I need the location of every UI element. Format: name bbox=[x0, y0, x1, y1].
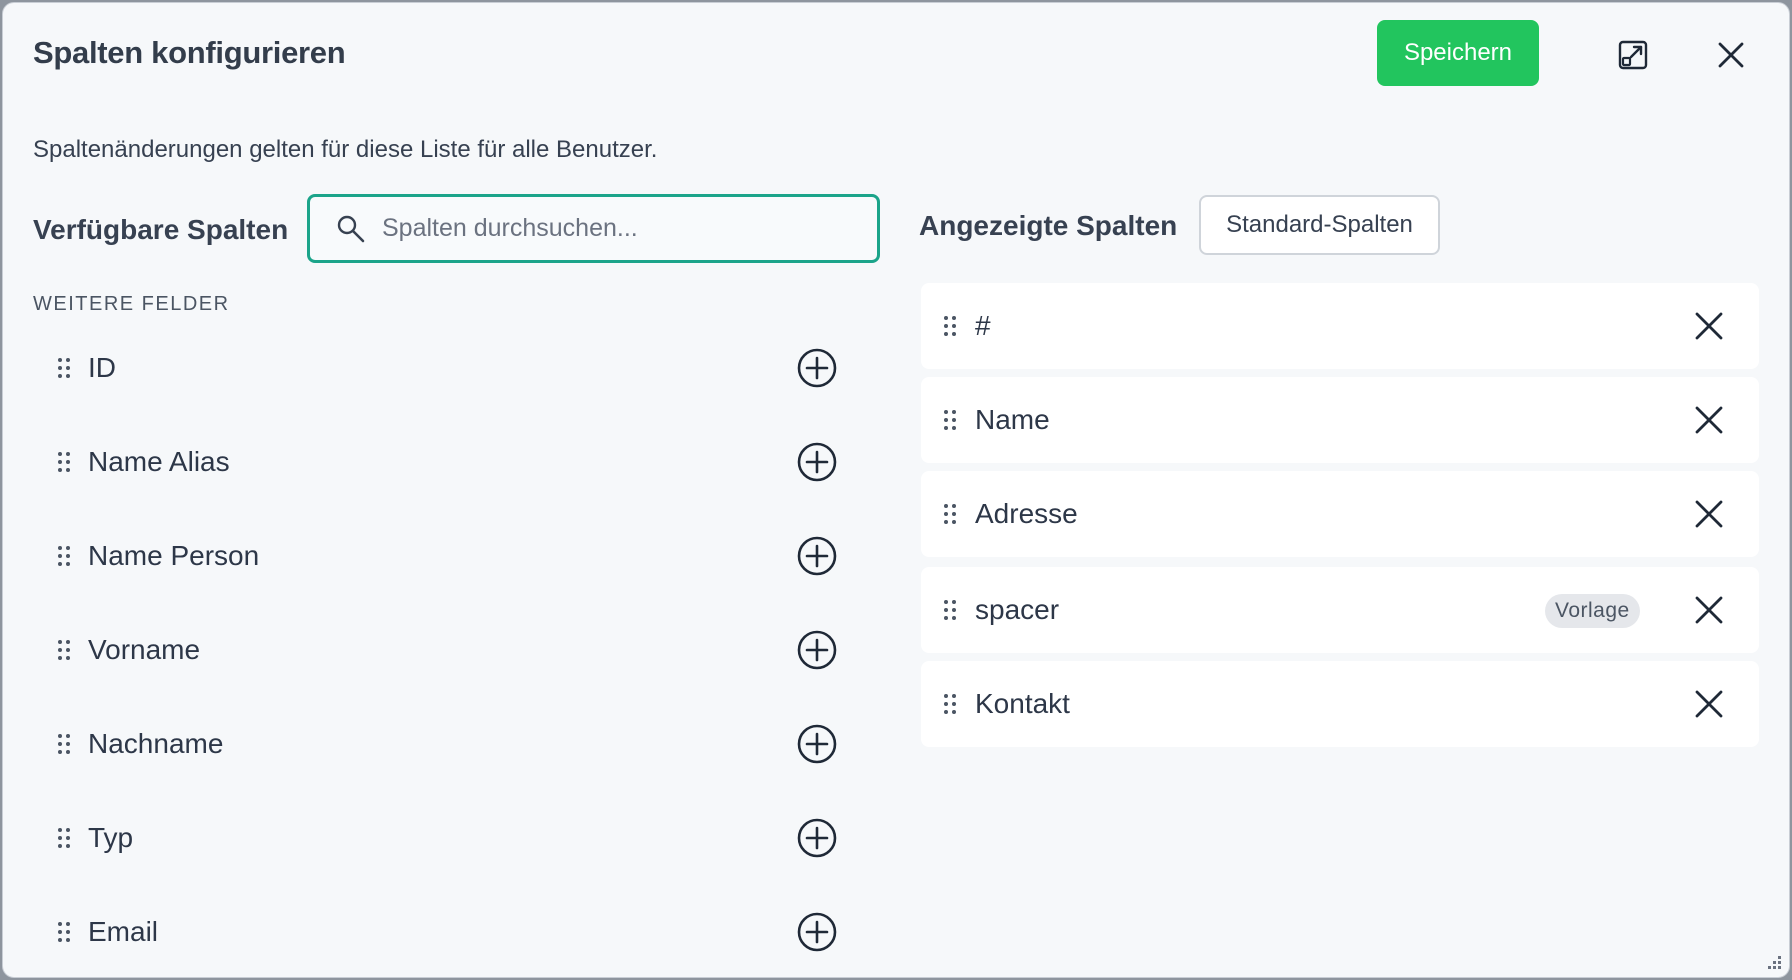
available-item-label: Email bbox=[88, 916, 159, 947]
drag-handle-icon[interactable] bbox=[49, 823, 79, 853]
plus-circle-icon bbox=[796, 347, 838, 389]
available-item-label: Vorname bbox=[88, 634, 201, 665]
displayed-item[interactable]: Adresse bbox=[921, 471, 1759, 557]
available-item[interactable]: Typ bbox=[33, 793, 843, 883]
column-config-dialog: Spalten konfigurieren Speichern Spaltenä… bbox=[2, 2, 1790, 978]
drag-handle-icon[interactable] bbox=[935, 499, 965, 529]
add-column-button[interactable] bbox=[796, 723, 838, 765]
remove-icon bbox=[1694, 405, 1724, 435]
drag-handle-icon[interactable] bbox=[49, 635, 79, 665]
drag-handle-icon[interactable] bbox=[49, 447, 79, 477]
remove-icon bbox=[1694, 595, 1724, 625]
drag-handle-icon[interactable] bbox=[935, 405, 965, 435]
drag-handle-icon[interactable] bbox=[49, 917, 79, 947]
drag-handle-icon[interactable] bbox=[935, 689, 965, 719]
available-item-label: ID bbox=[88, 352, 116, 383]
displayed-item-label: Kontakt bbox=[975, 688, 1070, 719]
plus-circle-icon bbox=[796, 535, 838, 577]
close-icon bbox=[1717, 41, 1745, 69]
dialog-title: Spalten konfigurieren bbox=[33, 35, 346, 70]
displayed-item[interactable]: Kontakt bbox=[921, 661, 1759, 747]
expand-button[interactable] bbox=[1609, 31, 1657, 79]
drag-handle-icon[interactable] bbox=[49, 541, 79, 571]
plus-circle-icon bbox=[796, 441, 838, 483]
search-field bbox=[307, 194, 880, 263]
available-item[interactable]: Name Person bbox=[33, 511, 843, 601]
drag-handle-icon[interactable] bbox=[49, 353, 79, 383]
template-badge: Vorlage bbox=[1545, 594, 1640, 628]
close-button[interactable] bbox=[1707, 31, 1755, 79]
displayed-item-label: # bbox=[975, 310, 991, 341]
available-item[interactable]: ID bbox=[33, 323, 843, 413]
remove-icon bbox=[1694, 689, 1724, 719]
save-button[interactable]: Speichern bbox=[1377, 20, 1539, 86]
add-column-button[interactable] bbox=[796, 911, 838, 953]
remove-column-button[interactable] bbox=[1687, 682, 1731, 726]
plus-circle-icon bbox=[796, 817, 838, 859]
displayed-item-label: Name bbox=[975, 404, 1050, 435]
add-column-button[interactable] bbox=[796, 347, 838, 389]
remove-column-button[interactable] bbox=[1687, 304, 1731, 348]
available-item-label: Typ bbox=[88, 822, 134, 853]
available-item-label: Nachname bbox=[88, 728, 224, 759]
remove-column-button[interactable] bbox=[1687, 492, 1731, 536]
plus-circle-icon bbox=[796, 911, 838, 953]
available-columns-heading: Verfügbare Spalten bbox=[33, 214, 289, 245]
available-item[interactable]: Nachname bbox=[33, 699, 843, 789]
displayed-item-label: Adresse bbox=[975, 498, 1078, 529]
default-columns-button[interactable]: Standard-Spalten bbox=[1199, 195, 1440, 255]
displayed-item-label: spacer bbox=[975, 594, 1060, 625]
search-icon bbox=[336, 214, 366, 244]
available-item[interactable]: Vorname bbox=[33, 605, 843, 695]
available-item[interactable]: Name Alias bbox=[33, 417, 843, 507]
displayed-item[interactable]: spacer Vorlage bbox=[921, 567, 1759, 653]
drag-handle-icon[interactable] bbox=[935, 311, 965, 341]
plus-circle-icon bbox=[796, 629, 838, 671]
search-input[interactable] bbox=[382, 214, 852, 243]
displayed-item[interactable]: Name bbox=[921, 377, 1759, 463]
displayed-columns-heading: Angezeigte Spalten bbox=[919, 210, 1178, 241]
drag-handle-icon[interactable] bbox=[49, 729, 79, 759]
group-label: WEITERE FELDER bbox=[33, 293, 230, 315]
plus-circle-icon bbox=[796, 723, 838, 765]
available-item[interactable]: Email bbox=[33, 887, 843, 977]
add-column-button[interactable] bbox=[796, 629, 838, 671]
remove-column-button[interactable] bbox=[1687, 398, 1731, 442]
available-item-label: Name Alias bbox=[88, 446, 230, 477]
add-column-button[interactable] bbox=[796, 441, 838, 483]
remove-icon bbox=[1694, 499, 1724, 529]
drag-handle-icon[interactable] bbox=[935, 595, 965, 625]
remove-icon bbox=[1694, 311, 1724, 341]
displayed-item[interactable]: # bbox=[921, 283, 1759, 369]
remove-column-button[interactable] bbox=[1687, 588, 1731, 632]
resize-grip-icon[interactable] bbox=[1767, 955, 1783, 971]
expand-icon bbox=[1618, 40, 1648, 70]
add-column-button[interactable] bbox=[796, 817, 838, 859]
available-item-label: Name Person bbox=[88, 540, 260, 571]
add-column-button[interactable] bbox=[796, 535, 838, 577]
dialog-subtitle: Spaltenänderungen gelten für diese Liste… bbox=[33, 136, 658, 163]
